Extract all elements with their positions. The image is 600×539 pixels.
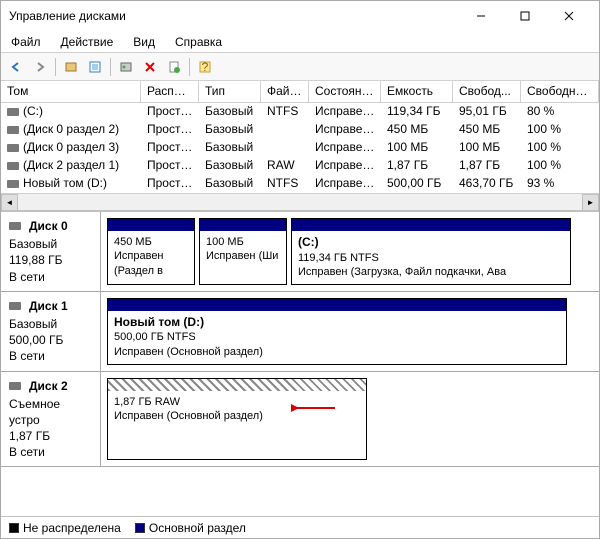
disk-info[interactable]: Диск 1Базовый500,00 ГБВ сети: [1, 292, 101, 371]
minimize-button[interactable]: [459, 2, 503, 30]
toolbar: ?: [1, 53, 599, 81]
volume-icon: [7, 126, 19, 134]
disk-icon: [9, 222, 21, 230]
partition[interactable]: 1,87 ГБ RAWИсправен (Основной раздел): [107, 378, 367, 461]
volume-header-row: Том Распол... Тип Файл... Состояние Емко…: [1, 81, 599, 103]
volume-row[interactable]: (Диск 0 раздел 2)ПростойБазовыйИсправен.…: [1, 121, 599, 139]
menu-view[interactable]: Вид: [129, 33, 159, 51]
volume-row[interactable]: Новый том (D:)ПростойБазовыйNTFSИсправен…: [1, 175, 599, 193]
partition[interactable]: 450 МБИсправен (Раздел в: [107, 218, 195, 285]
disk-info[interactable]: Диск 2Съемное устро1,87 ГБВ сети: [1, 372, 101, 467]
volume-row[interactable]: (Диск 2 раздел 1)ПростойБазовыйRAWИсправ…: [1, 157, 599, 175]
menu-help[interactable]: Справка: [171, 33, 226, 51]
annotation-arrow-icon: [291, 400, 339, 419]
col-pct[interactable]: Свободно %: [521, 81, 599, 102]
legend-unallocated: Не распределена: [9, 521, 121, 535]
col-free[interactable]: Свобод...: [453, 81, 521, 102]
hscrollbar[interactable]: ◄ ►: [1, 193, 599, 210]
disk-row: Диск 0Базовый119,88 ГБВ сети450 МБИсправ…: [1, 212, 599, 292]
menu-action[interactable]: Действие: [57, 33, 118, 51]
menu-file[interactable]: Файл: [7, 33, 45, 51]
back-button[interactable]: [5, 56, 27, 78]
volume-icon: [7, 144, 19, 152]
svg-text:?: ?: [202, 60, 209, 74]
help-icon[interactable]: ?: [194, 56, 216, 78]
col-status[interactable]: Состояние: [309, 81, 381, 102]
window-titlebar: Управление дисками: [1, 1, 599, 31]
partition[interactable]: 100 МБИсправен (Ши: [199, 218, 287, 285]
refresh-button[interactable]: [84, 56, 106, 78]
volume-row[interactable]: (C:)ПростойБазовыйNTFSИсправен...119,34 …: [1, 103, 599, 121]
menubar: Файл Действие Вид Справка: [1, 31, 599, 53]
toolbar-icon-2[interactable]: [115, 56, 137, 78]
disk-icon: [9, 302, 21, 310]
window-title: Управление дисками: [9, 9, 459, 23]
delete-icon[interactable]: [139, 56, 161, 78]
scroll-right-icon[interactable]: ►: [582, 194, 599, 211]
col-type[interactable]: Тип: [199, 81, 261, 102]
volume-list: Том Распол... Тип Файл... Состояние Емко…: [1, 81, 599, 211]
toolbar-icon-1[interactable]: [60, 56, 82, 78]
partition[interactable]: Новый том (D:)500,00 ГБ NTFSИсправен (Ос…: [107, 298, 567, 365]
col-fs[interactable]: Файл...: [261, 81, 309, 102]
legend-primary: Основной раздел: [135, 521, 246, 535]
properties-icon[interactable]: [163, 56, 185, 78]
forward-button[interactable]: [29, 56, 51, 78]
col-volume[interactable]: Том: [1, 81, 141, 102]
close-button[interactable]: [547, 2, 591, 30]
disk-row: Диск 2Съемное устро1,87 ГБВ сети1,87 ГБ …: [1, 372, 599, 468]
disk-row: Диск 1Базовый500,00 ГБВ сетиНовый том (D…: [1, 292, 599, 372]
partition[interactable]: (C:)119,34 ГБ NTFSИсправен (Загрузка, Фа…: [291, 218, 571, 285]
disk-icon: [9, 382, 21, 390]
legend: Не распределена Основной раздел: [1, 516, 599, 538]
scroll-left-icon[interactable]: ◄: [1, 194, 18, 211]
col-layout[interactable]: Распол...: [141, 81, 199, 102]
volume-icon: [7, 180, 19, 188]
volume-icon: [7, 162, 19, 170]
disk-graphical-view: Диск 0Базовый119,88 ГБВ сети450 МБИсправ…: [1, 211, 599, 516]
volume-icon: [7, 108, 19, 116]
col-capacity[interactable]: Емкость: [381, 81, 453, 102]
disk-info[interactable]: Диск 0Базовый119,88 ГБВ сети: [1, 212, 101, 291]
maximize-button[interactable]: [503, 2, 547, 30]
volume-row[interactable]: (Диск 0 раздел 3)ПростойБазовыйИсправен.…: [1, 139, 599, 157]
